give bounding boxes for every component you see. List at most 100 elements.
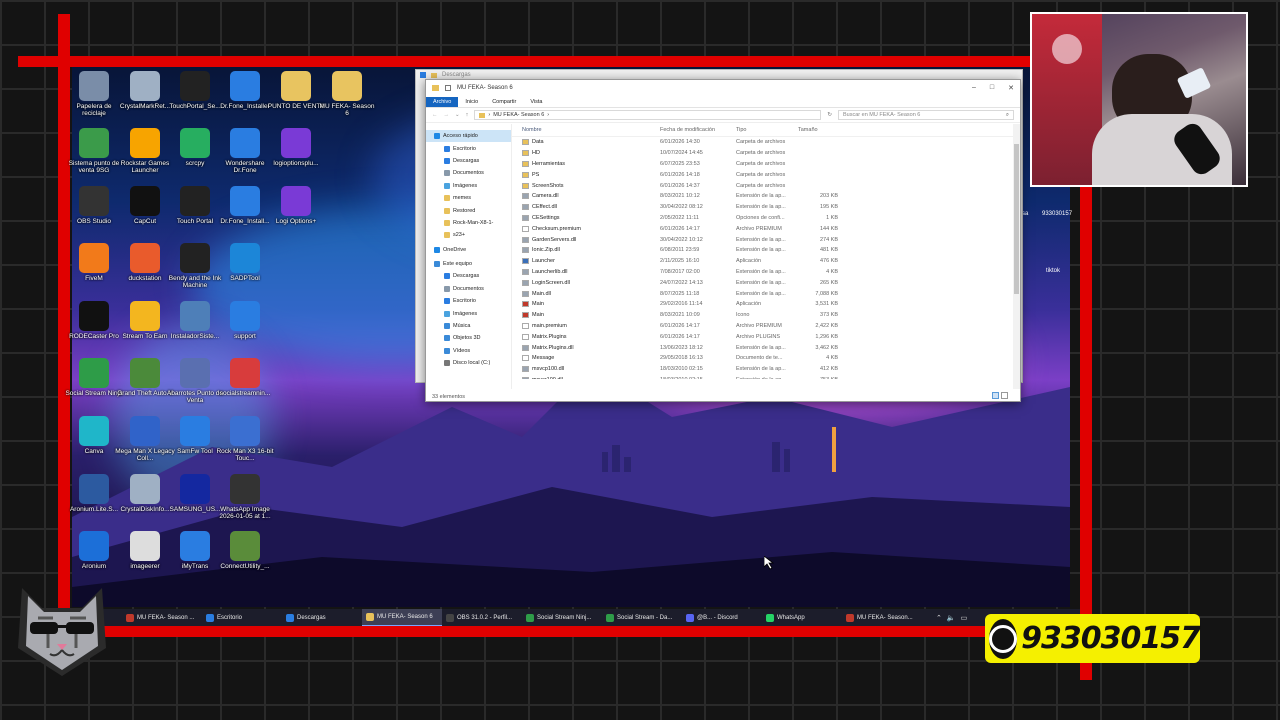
file-row[interactable]: Matrix.Plugins 6/01/2026 14:17 Archivo PLU… [512, 331, 1020, 342]
desktop-icon[interactable]: socialstreamnin... [215, 358, 275, 397]
nav-item[interactable]: Escritorio [426, 295, 511, 307]
tab-compartir[interactable]: Compartir [485, 97, 523, 107]
image-icon [444, 182, 450, 189]
tab-vista[interactable]: Vista [523, 97, 549, 107]
taskbar-item[interactable]: Social Stream Ninj... [522, 609, 602, 626]
file-row[interactable]: Launcherlib.dll 7/08/2017 02:00 Extensión … [512, 267, 1020, 278]
file-row[interactable]: Launcher 2/11/2025 16:10 Aplicación 476 KB [512, 256, 1020, 267]
file-row[interactable]: Message 29/05/2018 16:13 Documento de te..… [512, 353, 1020, 364]
file-name: Matrix.Plugins [532, 333, 567, 340]
file-name-cell: main.premium [522, 322, 660, 329]
nav-item[interactable]: Descargas [426, 155, 511, 167]
file-row[interactable]: Data 6/01/2026 14:30 Carpeta de archivos [512, 137, 1020, 148]
file-row[interactable]: msvcr100.dll 18/03/2010 02:15Extensión de… [512, 375, 1020, 379]
file-row[interactable]: LoginScreen.dll 24/07/2022 14:13 Extensión… [512, 277, 1020, 288]
file-name: Ionic.Zip.dll [532, 247, 560, 254]
nav-item[interactable]: Restored [426, 204, 511, 216]
column-nombre[interactable]: Nombre [522, 127, 660, 133]
scroll-thumb[interactable] [1014, 144, 1019, 294]
file-row[interactable]: Ionic.Zip.dll 6/08/2011 23:59 Extensión de… [512, 245, 1020, 256]
forward-arrow-icon[interactable]: → [444, 112, 450, 118]
file-row[interactable]: Matrix.Plugins.dll 13/06/2023 18:12 Extens… [512, 342, 1020, 353]
speaker-icon[interactable]: 🔈 [947, 614, 956, 622]
file-row[interactable]: PS 6/01/2026 14:18 Carpeta de archivos [512, 169, 1020, 180]
taskbar-item[interactable]: Social Stream - Da... [602, 609, 682, 626]
scrollbar[interactable] [1013, 124, 1020, 389]
taskbar-item[interactable]: MU FEKA- Season... [842, 609, 922, 626]
desktop-icon[interactable]: ConnectUtility_... [215, 531, 275, 570]
up-arrow-icon[interactable]: ↑ [466, 112, 469, 118]
tiles-view-icon[interactable] [1001, 392, 1008, 399]
nav-item[interactable]: Disco local (C:) [426, 357, 511, 369]
file-row[interactable]: Main 29/02/2016 11:14 Aplicación 3,531 KB [512, 299, 1020, 310]
taskbar-item[interactable]: MU FEKA- Season ... [122, 609, 202, 626]
maximize-button[interactable]: □ [990, 84, 994, 92]
file-row[interactable]: Checksum.premium 6/01/2026 14:17 Archivo P… [512, 223, 1020, 234]
desktop-icon[interactable]: support [215, 301, 275, 340]
file-name: Main [532, 312, 544, 319]
search-input[interactable]: Buscar en MU FEKA- Season 6 ⌕ [838, 110, 1014, 120]
explorer-window[interactable]: MU FEKA- Season 6 – □ ✕ Archivo Inicio C… [425, 79, 1021, 402]
desktop-icon-label: socialstreamnin... [219, 390, 271, 397]
taskbar-item[interactable]: Escritorio [202, 609, 282, 626]
app-icon [79, 474, 109, 504]
taskbar-item[interactable]: OBS 31.0.2 - Perfil... [442, 609, 522, 626]
file-row[interactable]: Main 8/03/2021 10:09 Icono 373 KB [512, 310, 1020, 321]
taskbar-app-icon [206, 613, 214, 622]
minimize-button[interactable]: – [972, 84, 976, 92]
nav-item[interactable]: Escritorio [426, 142, 511, 154]
file-row[interactable]: GardenServers.dll 30/04/2022 10:12 Extensi… [512, 234, 1020, 245]
file-row[interactable]: CESettings 2/05/2022 11:11 Opciones de con… [512, 213, 1020, 224]
nav-item[interactable]: memes [426, 192, 511, 204]
nav-item[interactable]: Rock-Man-X8-1- [426, 217, 511, 229]
column-tamano[interactable]: Tamaño [798, 127, 838, 133]
view-toggle-icons[interactable] [992, 392, 1008, 399]
network-icon[interactable]: ▭ [961, 614, 968, 622]
refresh-icon[interactable]: ↻ [827, 112, 832, 118]
taskbar-item[interactable]: MU FEKA- Season 6 [362, 609, 442, 626]
nav-item[interactable]: s23+ [426, 229, 511, 241]
nav-item[interactable]: Descargas [426, 270, 511, 282]
tab-archivo[interactable]: Archivo [426, 96, 459, 107]
desktop-icon[interactable]: Logi Options+ [266, 186, 326, 225]
file-row[interactable]: ScreenShots 6/01/2026 14:37 Carpeta de arc… [512, 180, 1020, 191]
file-row[interactable]: CEffect.dll 30/04/2022 08:12 Extensión de … [512, 202, 1020, 213]
nav-item[interactable]: Imágenes [426, 307, 511, 319]
file-row[interactable]: Main.dll 8/07/2025 11:18 Extensión de la a… [512, 288, 1020, 299]
close-button[interactable]: ✕ [1008, 84, 1014, 92]
file-row[interactable]: Camera.dll 8/03/2021 10:12 Extensión de la… [512, 191, 1020, 202]
nav-item[interactable]: Acceso rápido [426, 130, 511, 143]
desktop-icon[interactable]: Rock Man X3 16-bit Touc... [215, 416, 275, 462]
file-date: 29/05/2018 16:13 [660, 355, 703, 362]
file-row[interactable]: msvcp100.dll 18/03/2010 02:15 Extensión de… [512, 364, 1020, 375]
file-size: 203 KB [819, 193, 838, 200]
column-tipo[interactable]: Tipo [736, 127, 798, 133]
nav-item[interactable]: Música [426, 320, 511, 332]
file-row[interactable]: Herramientas 6/07/2025 23:53 Carpeta de ar… [512, 159, 1020, 170]
desktop-icon[interactable]: MU FEKA- Season 6 [317, 71, 377, 117]
address-bar[interactable]: › MU FEKA- Season 6 › [474, 110, 822, 120]
desktop-icon[interactable]: logioptionsplu... [266, 128, 326, 167]
nav-item[interactable]: Imágenes [426, 180, 511, 192]
file-row[interactable]: main.premium 6/01/2026 14:17 Archivo PREMI… [512, 321, 1020, 332]
nav-item[interactable]: Documentos [426, 167, 511, 179]
back-arrow-icon[interactable]: ← [432, 112, 438, 118]
nav-item[interactable]: OneDrive [426, 244, 511, 256]
nav-item[interactable]: Objetos 3D [426, 332, 511, 344]
details-view-icon[interactable] [992, 392, 999, 399]
column-fecha[interactable]: Fecha de modificación [660, 127, 736, 133]
file-row[interactable]: HD 10/07/2024 14:45 Carpeta de archivos [512, 148, 1020, 159]
tab-inicio[interactable]: Inicio [458, 97, 485, 107]
nav-item[interactable]: Este equipo [426, 258, 511, 270]
desktop-icon[interactable]: SADPTool [215, 243, 275, 282]
nav-item-label: Imágenes [453, 310, 478, 317]
nav-item-label: Este equipo [443, 261, 473, 268]
nav-item[interactable]: Documentos [426, 283, 511, 295]
chevron-up-icon[interactable]: ⌃ [936, 614, 942, 622]
taskbar-item[interactable]: @B... - Discord [682, 609, 762, 626]
desktop-icon[interactable]: WhatsApp Image 2026-01-05 at 1... [215, 474, 275, 520]
taskbar-item[interactable]: Descargas [282, 609, 362, 626]
taskbar-item[interactable]: WhatsApp [762, 609, 842, 626]
nav-item[interactable]: Vídeos [426, 345, 511, 357]
chevron-down-icon[interactable]: ⌄ [455, 112, 460, 118]
